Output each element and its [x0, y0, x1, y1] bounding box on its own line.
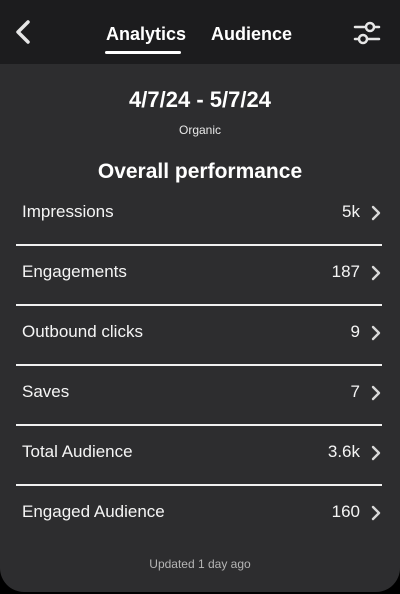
tab-audience[interactable]: Audience [211, 24, 292, 44]
active-tab-indicator [105, 51, 181, 54]
metric-label: Outbound clicks [22, 322, 143, 341]
metric-row-impressions[interactable]: Impressions 5k [16, 186, 382, 246]
metric-label: Saves [22, 382, 70, 401]
metric-label: Impressions [22, 202, 114, 221]
metric-row-outbound-clicks[interactable]: Outbound clicks 9 [16, 306, 382, 366]
sliders-icon [353, 21, 381, 45]
content-type-label: Organic [178, 123, 222, 137]
metric-value: 5k [342, 202, 360, 221]
chevron-right-icon [371, 265, 381, 281]
metric-label: Engagements [22, 262, 127, 281]
top-bar: Analytics Audience [0, 0, 400, 64]
chevron-right-icon [371, 205, 381, 221]
metric-row-saves[interactable]: Saves 7 [16, 366, 382, 426]
metric-row-engaged-audience[interactable]: Engaged Audience 160 [16, 486, 382, 546]
metric-row-engagements[interactable]: Engagements 187 [16, 246, 382, 306]
metric-value: 187 [331, 262, 360, 281]
metric-label: Engaged Audience [22, 502, 165, 521]
section-title: Overall performance [97, 160, 303, 183]
metric-value: 9 [350, 322, 360, 341]
metric-value: 3.6k [327, 442, 360, 461]
chevron-left-icon [16, 20, 30, 44]
back-button[interactable] [12, 18, 36, 46]
tab-analytics[interactable]: Analytics [106, 24, 186, 44]
chevron-right-icon [371, 385, 381, 401]
filter-button[interactable] [353, 20, 381, 46]
metric-value: 7 [350, 382, 360, 401]
chevron-right-icon [371, 505, 381, 521]
chevron-right-icon [371, 445, 381, 461]
metric-value: 160 [331, 502, 360, 521]
chevron-right-icon [371, 325, 381, 341]
date-range[interactable]: 4/7/24 - 5/7/24 [0, 87, 400, 113]
metric-label: Total Audience [22, 442, 133, 461]
metric-row-total-audience[interactable]: Total Audience 3.6k [16, 426, 382, 486]
last-updated-text: Updated 1 day ago [149, 557, 251, 571]
